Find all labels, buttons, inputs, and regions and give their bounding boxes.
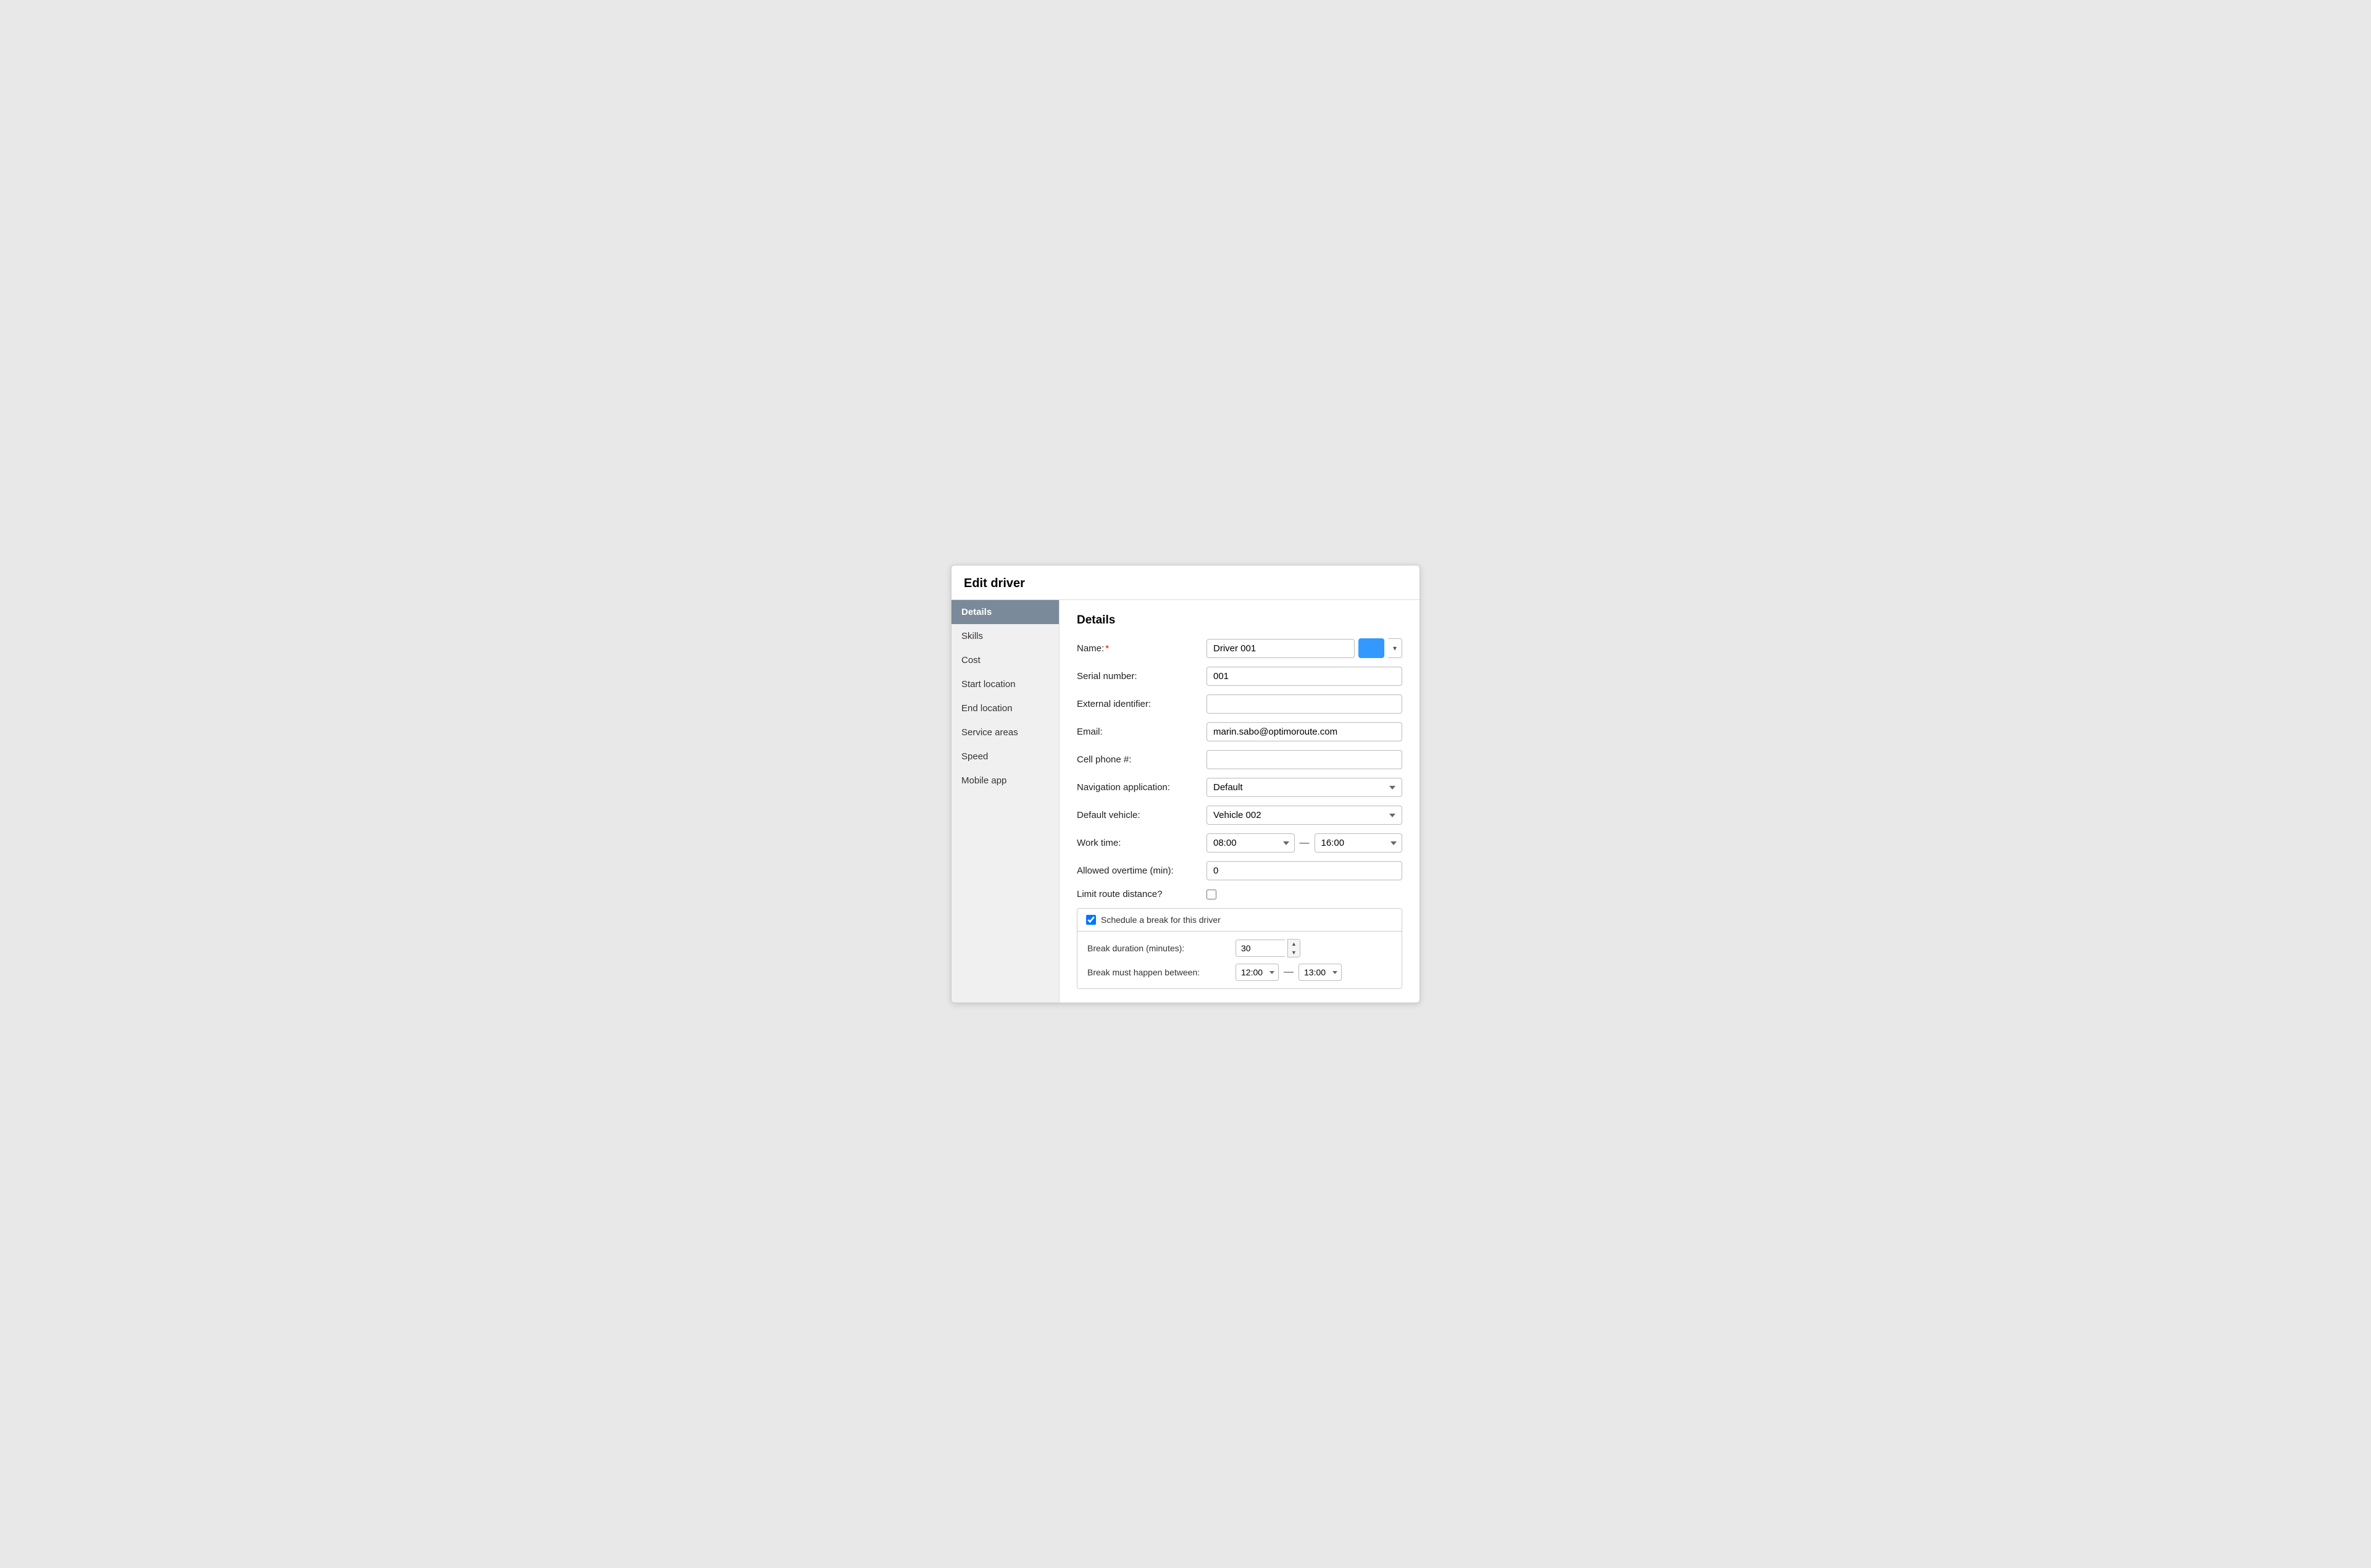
cell-phone-input[interactable] [1206, 750, 1402, 769]
break-header: Schedule a break for this driver [1077, 909, 1402, 932]
break-duration-increment[interactable]: ▲ [1288, 940, 1300, 948]
sidebar-item-mobile-app[interactable]: Mobile app [951, 769, 1059, 793]
break-duration-input[interactable] [1236, 940, 1285, 957]
limit-route-distance-checkbox[interactable] [1206, 890, 1216, 899]
break-duration-row: Break duration (minutes): ▲ ▼ [1087, 939, 1392, 957]
break-duration-label: Break duration (minutes): [1087, 943, 1236, 953]
navigation-application-row: Navigation application: Default Google M… [1077, 778, 1402, 797]
limit-route-distance-label: Limit route distance? [1077, 889, 1206, 899]
email-row: Email: [1077, 722, 1402, 741]
serial-number-input[interactable] [1206, 667, 1402, 686]
break-end-time-select[interactable]: 13:00 14:00 12:00 [1298, 964, 1342, 981]
work-time-label: Work time: [1077, 838, 1206, 848]
break-time-range-row: Break must happen between: 12:00 11:00 1… [1087, 964, 1392, 981]
name-label: Name:* [1077, 643, 1206, 654]
break-section: Schedule a break for this driver Break d… [1077, 908, 1402, 989]
sidebar-item-service-areas[interactable]: Service areas [951, 720, 1059, 744]
email-label: Email: [1077, 727, 1206, 737]
sidebar-item-cost[interactable]: Cost [951, 648, 1059, 672]
break-time-separator: — [1282, 967, 1295, 978]
color-dropdown-button[interactable]: ▾ [1388, 638, 1402, 658]
limit-route-distance-row: Limit route distance? [1077, 889, 1402, 899]
sidebar: Details Skills Cost Start location End l… [951, 600, 1060, 1003]
window-body: Details Skills Cost Start location End l… [951, 600, 1420, 1003]
default-vehicle-label: Default vehicle: [1077, 810, 1206, 820]
cell-phone-row: Cell phone #: [1077, 750, 1402, 769]
allowed-overtime-input[interactable] [1206, 861, 1402, 880]
sidebar-item-speed[interactable]: Speed [951, 744, 1059, 769]
window-title: Edit driver [951, 565, 1420, 600]
sidebar-item-skills[interactable]: Skills [951, 624, 1059, 648]
allowed-overtime-row: Allowed overtime (min): [1077, 861, 1402, 880]
main-content: Details Name:* ▾ Serial number: [1060, 600, 1420, 1003]
work-time-separator: — [1298, 838, 1311, 849]
break-duration-spinner: ▲ ▼ [1287, 939, 1300, 957]
sidebar-item-start-location[interactable]: Start location [951, 672, 1059, 696]
sidebar-item-end-location[interactable]: End location [951, 696, 1059, 720]
work-time-row: Work time: 08:00 09:00 07:00 — 16:00 17:… [1077, 833, 1402, 853]
navigation-application-label: Navigation application: [1077, 782, 1206, 793]
break-start-time-select[interactable]: 12:00 11:00 13:00 [1236, 964, 1279, 981]
break-schedule-label: Schedule a break for this driver [1101, 915, 1221, 925]
sidebar-item-details[interactable]: Details [951, 600, 1059, 624]
allowed-overtime-label: Allowed overtime (min): [1077, 865, 1206, 876]
name-row: Name:* ▾ [1077, 638, 1402, 658]
serial-number-row: Serial number: [1077, 667, 1402, 686]
external-identifier-row: External identifier: [1077, 694, 1402, 714]
break-duration-decrement[interactable]: ▼ [1288, 948, 1300, 957]
break-time-range-label: Break must happen between: [1087, 967, 1236, 977]
external-identifier-label: External identifier: [1077, 699, 1206, 709]
break-body: Break duration (minutes): ▲ ▼ Break must… [1077, 932, 1402, 988]
external-identifier-input[interactable] [1206, 694, 1402, 714]
work-time-start-select[interactable]: 08:00 09:00 07:00 [1206, 833, 1295, 853]
edit-driver-window: Edit driver Details Skills Cost Start lo… [951, 565, 1420, 1003]
section-title: Details [1077, 614, 1402, 627]
navigation-application-select[interactable]: Default Google Maps Waze [1206, 778, 1402, 797]
color-button[interactable] [1358, 638, 1384, 658]
work-time-end-select[interactable]: 16:00 17:00 18:00 [1315, 833, 1403, 853]
name-input[interactable] [1206, 639, 1355, 658]
default-vehicle-row: Default vehicle: Vehicle 002 Vehicle 001… [1077, 806, 1402, 825]
cell-phone-label: Cell phone #: [1077, 754, 1206, 765]
default-vehicle-select[interactable]: Vehicle 002 Vehicle 001 Vehicle 003 [1206, 806, 1402, 825]
serial-number-label: Serial number: [1077, 671, 1206, 682]
email-input[interactable] [1206, 722, 1402, 741]
break-schedule-checkbox[interactable] [1086, 915, 1096, 925]
